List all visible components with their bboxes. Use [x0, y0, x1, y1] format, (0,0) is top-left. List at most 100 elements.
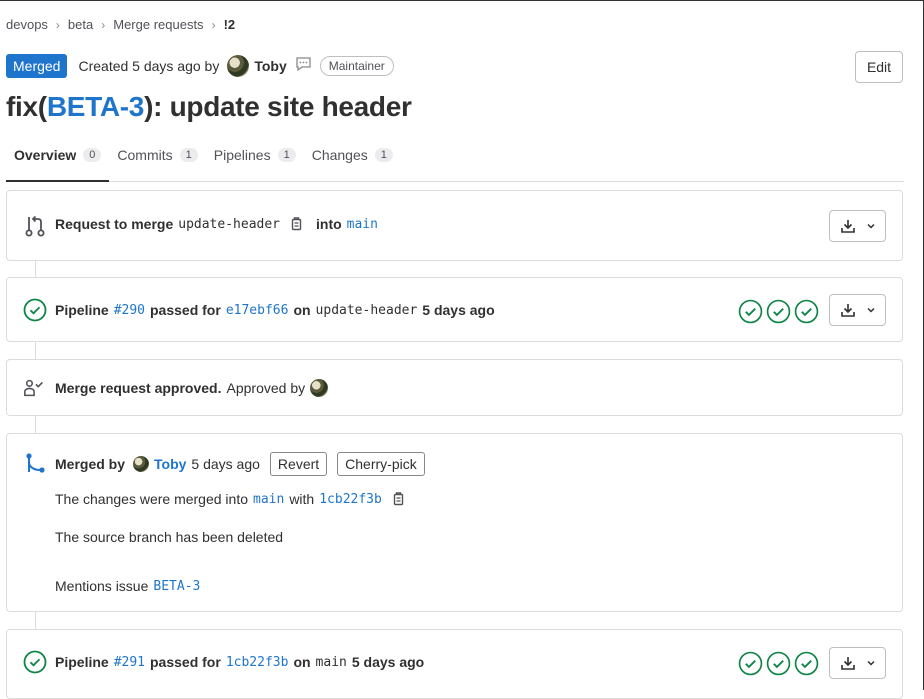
approval-summary: Merge request approved. Approved by [55, 379, 329, 397]
stage-success-icon[interactable] [766, 299, 791, 324]
merged-widget: Merged by Toby 5 days ago Revert Cherry-… [6, 433, 903, 612]
pipeline-stages [738, 651, 819, 676]
revert-button[interactable]: Revert [269, 452, 328, 476]
breadcrumb-item-devops[interactable]: devops [6, 17, 48, 32]
breadcrumb-item-merge-requests[interactable]: Merge requests [113, 17, 203, 32]
on-text: on [293, 654, 311, 670]
merge-icon [23, 452, 47, 476]
approval-title: Merge request approved. [55, 380, 222, 396]
target-branch[interactable]: main [253, 492, 284, 507]
status-badge: Merged [6, 54, 68, 78]
commit-link[interactable]: 1cb22f3b [226, 655, 289, 670]
passed-for-text: passed for [150, 302, 221, 318]
cherry-pick-button[interactable]: Cherry-pick [337, 452, 425, 476]
tab-commits[interactable]: Commits 1 [109, 139, 205, 181]
passed-for-text: passed for [150, 654, 221, 670]
branch-name[interactable]: main [316, 655, 347, 670]
target-branch[interactable]: main [347, 217, 378, 232]
mentioned-issue-link[interactable]: BETA-3 [153, 579, 200, 594]
download-icon [840, 657, 855, 670]
pipeline-summary: Pipeline #290 passed for e17ebf66 on upd… [55, 302, 495, 318]
stage-success-icon[interactable] [794, 299, 819, 324]
title-issue-link[interactable]: BETA-3 [47, 91, 145, 122]
role-badge: Maintainer [319, 56, 394, 76]
timeline-connector [35, 416, 36, 434]
tab-label: Commits [117, 147, 173, 163]
breadcrumb-item-beta[interactable]: beta [68, 17, 93, 32]
merged-by-text: Merged by [55, 456, 126, 472]
pipeline-link[interactable]: #290 [114, 303, 145, 318]
pipeline-time: 5 days ago [422, 302, 495, 318]
branch-name[interactable]: update-header [316, 303, 418, 318]
approved-by-text: Approved by [226, 380, 306, 396]
stage-success-icon[interactable] [738, 299, 763, 324]
pipeline-summary: Pipeline #291 passed for 1cb22f3b on mai… [55, 654, 424, 670]
chevron-right-icon: › [55, 17, 60, 32]
pipeline-link[interactable]: #291 [114, 655, 145, 670]
timeline-connector [35, 342, 36, 360]
mr-header: Merged Created 5 days ago by Toby Mainta… [6, 54, 394, 78]
merger-name[interactable]: Toby [154, 456, 186, 472]
merged-into-text: The changes were merged into [55, 491, 248, 507]
timeline-connector [35, 612, 36, 630]
download-dropdown[interactable] [829, 294, 886, 326]
on-text: on [293, 302, 311, 318]
edit-button[interactable]: Edit [855, 51, 903, 83]
pipeline-widget: Pipeline #291 passed for 1cb22f3b on mai… [6, 629, 903, 699]
chevron-right-icon: › [101, 17, 106, 32]
tab-count: 1 [179, 148, 198, 162]
comment-icon [295, 56, 312, 76]
merge-commit-link[interactable]: 1cb22f3b [319, 492, 382, 507]
tab-overview[interactable]: Overview 0 [6, 139, 110, 182]
copy-icon[interactable] [289, 216, 303, 232]
stage-success-icon[interactable] [738, 651, 763, 676]
author-avatar[interactable] [227, 55, 250, 77]
tab-count: 1 [277, 148, 296, 162]
tab-pipelines[interactable]: Pipelines 1 [206, 139, 304, 181]
timeline-connector [35, 261, 36, 278]
page-title: fix(BETA-3): update site header [6, 91, 412, 123]
pipeline-time: 5 days ago [351, 654, 425, 670]
status-success-icon [23, 298, 47, 322]
tab-changes[interactable]: Changes 1 [304, 139, 401, 181]
pipeline-widget: Pipeline #290 passed for e17ebf66 on upd… [6, 277, 903, 342]
approval-widget: Merge request approved. Approved by [6, 359, 903, 416]
into-text: into [316, 216, 342, 232]
pipeline-label: Pipeline [55, 654, 109, 670]
approver-avatar[interactable] [310, 379, 329, 397]
merge-request-summary: Request to merge update-header into main [55, 216, 378, 232]
author-name[interactable]: Toby [254, 58, 286, 74]
breadcrumb: devops › beta › Merge requests › !2 [6, 17, 235, 32]
download-icon [840, 220, 855, 233]
download-icon [840, 304, 855, 317]
merger-avatar[interactable] [133, 456, 150, 472]
merged-summary: Merged by Toby 5 days ago Revert Cherry-… [55, 452, 425, 476]
status-success-icon [23, 650, 47, 674]
mentions-line: Mentions issue BETA-3 [55, 578, 200, 594]
download-dropdown[interactable] [829, 647, 886, 679]
pipeline-label: Pipeline [55, 302, 109, 318]
title-suffix: ): update site header [144, 91, 412, 122]
download-dropdown[interactable] [829, 210, 886, 242]
pipeline-stages [738, 299, 819, 324]
chevron-down-icon [866, 660, 875, 666]
tab-label: Overview [14, 147, 77, 163]
mentions-text: Mentions issue [55, 578, 149, 594]
chevron-right-icon: › [211, 17, 216, 32]
chevron-down-icon [866, 307, 875, 313]
stage-success-icon[interactable] [794, 651, 819, 676]
created-text: Created 5 days ago by [78, 58, 220, 74]
tab-label: Pipelines [213, 147, 271, 163]
breadcrumb-item-current[interactable]: !2 [224, 17, 236, 32]
merged-into-line: The changes were merged into main with 1… [55, 491, 405, 507]
source-branch[interactable]: update-header [178, 217, 280, 232]
request-text: Request to merge [55, 216, 174, 232]
merge-request-icon [23, 214, 47, 238]
tab-label: Changes [311, 147, 368, 163]
stage-success-icon[interactable] [766, 651, 791, 676]
tab-count: 0 [83, 148, 102, 162]
copy-icon[interactable] [391, 491, 405, 507]
commit-link[interactable]: e17ebf66 [226, 303, 289, 318]
merge-request-widget: Request to merge update-header into main [6, 190, 903, 261]
merged-time: 5 days ago [191, 456, 260, 472]
